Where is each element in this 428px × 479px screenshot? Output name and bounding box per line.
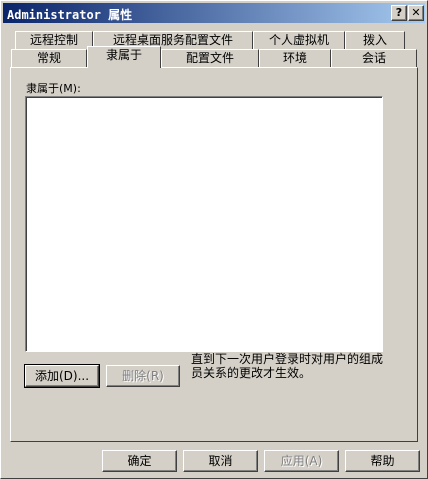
tab-sessions[interactable]: 会话 bbox=[331, 49, 417, 68]
add-button[interactable]: 添加(D)... bbox=[24, 364, 100, 388]
tab-remote-control[interactable]: 远程控制 bbox=[15, 31, 93, 50]
tab-dial-in[interactable]: 拨入 bbox=[345, 31, 405, 50]
properties-dialog: Administrator 属性 ? ✕ 远程控制 远程桌面服务配置文件 个人虚… bbox=[0, 0, 428, 479]
help-button[interactable]: 帮助 bbox=[345, 450, 420, 472]
window-title: Administrator 属性 bbox=[7, 8, 133, 22]
cancel-button[interactable]: 取消 bbox=[183, 450, 258, 472]
tab-profile[interactable]: 配置文件 bbox=[161, 49, 259, 68]
tab-environment[interactable]: 环境 bbox=[259, 49, 331, 68]
apply-button[interactable]: 应用(A) bbox=[264, 450, 339, 472]
ok-button[interactable]: 确定 bbox=[102, 450, 177, 472]
title-bar[interactable]: Administrator 属性 ? ✕ bbox=[3, 3, 425, 23]
tab-general[interactable]: 常规 bbox=[11, 49, 87, 68]
tab-member-of[interactable]: 隶属于 bbox=[87, 46, 161, 68]
tab-personal-vm[interactable]: 个人虚拟机 bbox=[253, 31, 345, 50]
remove-button[interactable]: 删除(R) bbox=[106, 365, 180, 387]
member-of-list[interactable] bbox=[25, 96, 383, 352]
help-title-button[interactable]: ? bbox=[391, 5, 407, 21]
member-of-label: 隶属于(M): bbox=[26, 82, 81, 95]
change-effect-note: 直到下一次用户登录时对用户的组成员关系的更改才生效。 bbox=[191, 352, 384, 380]
close-icon[interactable]: ✕ bbox=[408, 5, 424, 21]
